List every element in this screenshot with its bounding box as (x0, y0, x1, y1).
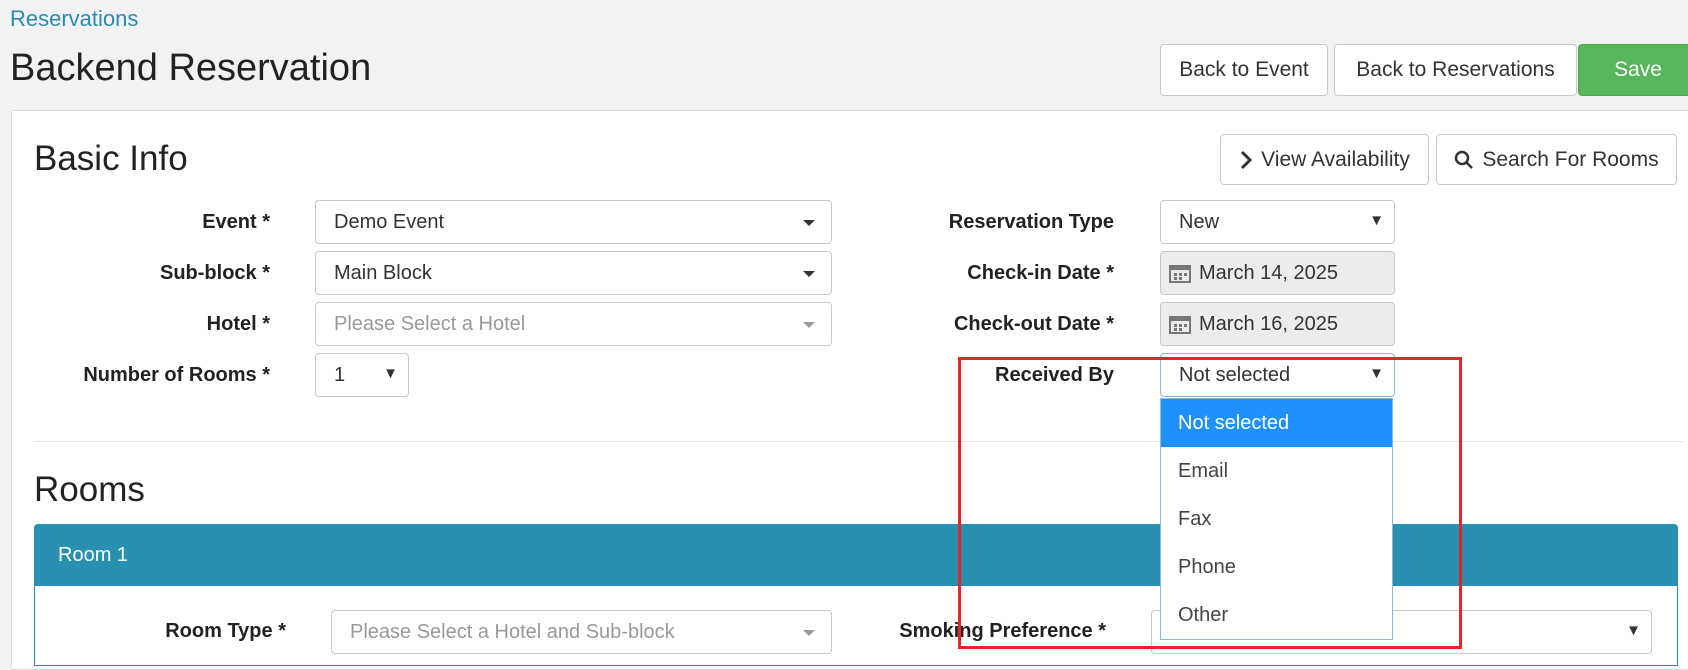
reservation-type-label: Reservation Type (948, 211, 1114, 233)
option-phone[interactable]: Phone (1161, 543, 1392, 591)
search-icon (1455, 150, 1474, 169)
event-select[interactable]: Demo Event (315, 200, 832, 244)
view-availability-button[interactable]: View Availability (1220, 134, 1429, 185)
smoking-preference-label: Smoking Preference * (899, 620, 1106, 642)
hotel-label: Hotel * (206, 313, 270, 335)
event-label: Event * (202, 211, 270, 233)
room-type-select[interactable]: Please Select a Hotel and Sub-block (331, 610, 832, 654)
caret-down-icon: ▼ (1626, 622, 1641, 639)
save-button[interactable]: Save (1578, 44, 1688, 96)
reservation-type-select[interactable]: New ▼ (1160, 200, 1395, 244)
back-to-reservations-button[interactable]: Back to Reservations (1334, 44, 1577, 96)
number-of-rooms-label: Number of Rooms * (83, 364, 270, 386)
hotel-select[interactable]: Please Select a Hotel (315, 302, 832, 346)
breadcrumb-reservations[interactable]: Reservations (10, 6, 138, 32)
checkout-date-field[interactable]: March 16, 2025 (1160, 302, 1395, 346)
caret-down-icon: ▼ (383, 365, 398, 382)
calendar-icon (1169, 316, 1191, 334)
caret-down-icon (803, 630, 815, 636)
caret-down-icon (803, 271, 815, 277)
room-1-header: Room 1 (34, 524, 1678, 586)
caret-down-icon (803, 322, 815, 328)
checkin-date-field[interactable]: March 14, 2025 (1160, 251, 1395, 295)
received-by-dropdown: Not selected Email Fax Phone Other (1160, 398, 1393, 640)
room-type-label: Room Type * (165, 620, 286, 642)
caret-down-icon: ▼ (1369, 212, 1384, 229)
caret-down-icon: ▼ (1369, 365, 1384, 382)
basic-info-heading: Basic Info (34, 139, 188, 178)
page-title: Backend Reservation (10, 47, 372, 89)
back-to-event-button[interactable]: Back to Event (1160, 44, 1328, 96)
checkout-label: Check-out Date * (953, 313, 1114, 335)
subblock-select[interactable]: Main Block (315, 251, 832, 295)
chevron-right-icon (1241, 150, 1253, 169)
received-by-select[interactable]: Not selected ▼ (1160, 353, 1395, 397)
checkin-label: Check-in Date * (967, 262, 1114, 284)
option-fax[interactable]: Fax (1161, 495, 1392, 543)
caret-down-icon (803, 220, 815, 226)
subblock-label: Sub-block * (159, 262, 270, 284)
calendar-icon (1169, 265, 1191, 283)
rooms-heading: Rooms (34, 470, 145, 509)
section-divider (34, 441, 1684, 442)
option-other[interactable]: Other (1161, 591, 1392, 639)
number-of-rooms-select[interactable]: 1 ▼ (315, 353, 409, 397)
option-not-selected[interactable]: Not selected (1161, 399, 1392, 447)
received-by-label: Received By (995, 364, 1114, 386)
search-for-rooms-button[interactable]: Search For Rooms (1436, 134, 1677, 185)
option-email[interactable]: Email (1161, 447, 1392, 495)
